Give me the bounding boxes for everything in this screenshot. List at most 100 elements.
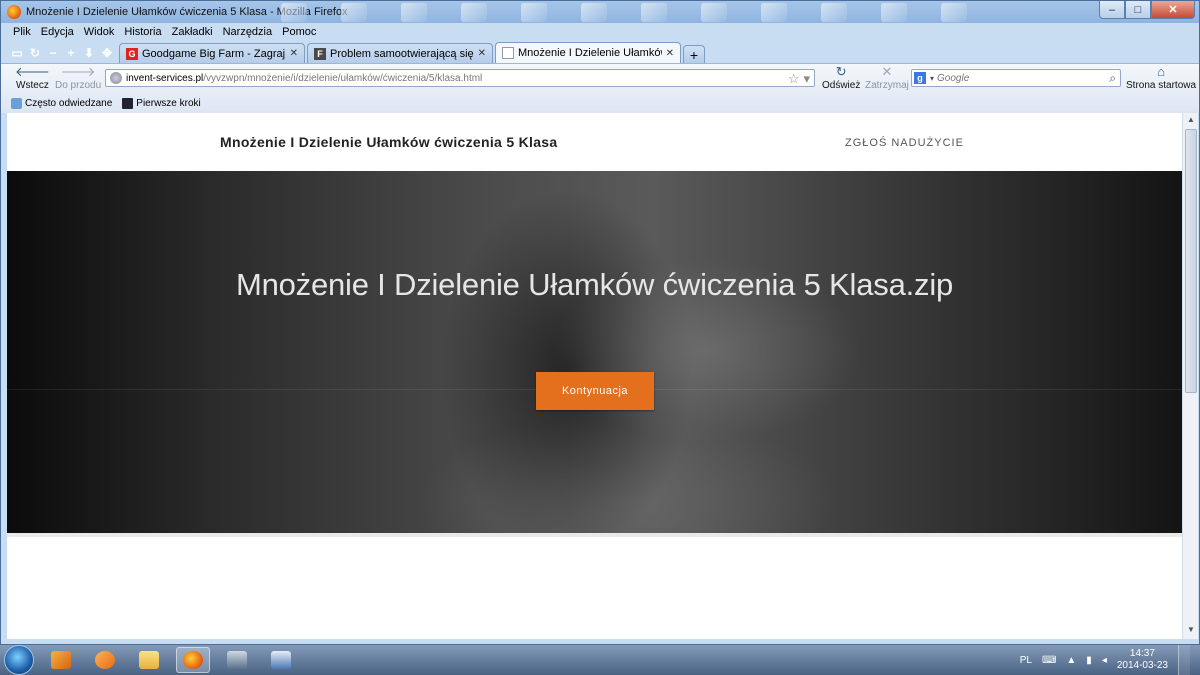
download-icon[interactable]: ⬇ (83, 46, 95, 60)
search-icon[interactable]: ⌕ (1109, 71, 1116, 86)
reload-label: Odśwież (822, 80, 861, 91)
bookmark-label: Pierwsze kroki (136, 98, 201, 110)
reload-icon: ↻ (835, 64, 847, 79)
forward-arrow-icon: 🡒 (60, 64, 96, 79)
site-header: Mnożenie I Dzielenie Ułamków ćwiczenia 5… (7, 113, 1182, 171)
navigation-toolbar: 🡐 Wstecz 🡒 Do przodu invent-services.pl … (1, 63, 1199, 95)
goodgame-favicon-icon: G (126, 47, 138, 60)
site-title[interactable]: Mnożenie I Dzielenie Ułamków ćwiczenia 5… (220, 134, 557, 150)
tab-close-icon[interactable]: ✕ (666, 48, 674, 59)
tab-label: Problem samootwierającą się www/s... (330, 47, 474, 60)
media-player-icon (95, 651, 115, 669)
minimize-button[interactable]: – (1099, 1, 1125, 19)
desktop-icons-behind (281, 3, 967, 22)
tray-arrow-icon[interactable]: ▲ (1066, 655, 1076, 666)
taskbar-firefox[interactable] (176, 647, 210, 673)
start-button[interactable] (4, 645, 34, 675)
tab-label: Goodgame Big Farm - Zagraj w darm... (142, 47, 286, 60)
home-label: Strona startowa (1126, 80, 1197, 91)
tab-close-icon[interactable]: ✕ (478, 48, 486, 59)
bookmark-folder-icon (11, 98, 22, 110)
bookmarks-bar: Często odwiedzane Pierwsze kroki (1, 95, 1199, 113)
stop-label: Zatrzymaj (865, 80, 909, 91)
forward-button[interactable]: 🡒 Do przodu (55, 64, 101, 91)
scroll-up-icon[interactable]: ▲ (1185, 115, 1197, 127)
menu-history[interactable]: Historia (120, 26, 165, 38)
tab-close-icon[interactable]: ✕ (290, 48, 298, 59)
terminal-icon (227, 651, 247, 669)
continue-button[interactable]: Kontynuacja (536, 372, 654, 410)
bookmark-star-icon[interactable]: ☆ (788, 71, 800, 87)
taskbar-folder[interactable] (132, 647, 166, 673)
bookmark-getting-started[interactable]: Pierwsze kroki (122, 98, 201, 110)
tab-goodgame[interactable]: G Goodgame Big Farm - Zagraj w darm... ✕ (119, 43, 305, 63)
menu-tools[interactable]: Narzędzia (219, 26, 277, 38)
forward-label: Do przodu (55, 80, 102, 91)
back-button[interactable]: 🡐 Wstecz (15, 64, 50, 91)
blank-page-favicon-icon (502, 47, 514, 59)
zoom-in-icon[interactable]: + (65, 46, 77, 60)
url-bar[interactable]: invent-services.pl /vyvzwpn/mnożenie/i/d… (105, 69, 815, 87)
bookmark-label: Często odwiedzane (25, 98, 113, 110)
taskbar: PL ⌨ ▲ ▮ ◂ 14:37 2014-03-23 (0, 645, 1200, 675)
taskbar-terminal[interactable] (220, 647, 254, 673)
clock-date: 2014-03-23 (1116, 660, 1168, 671)
keyboard-icon[interactable]: ⌨ (1042, 655, 1056, 666)
language-indicator[interactable]: PL (1020, 655, 1032, 666)
taskbar-media-player[interactable] (88, 647, 122, 673)
search-box[interactable]: g ▾ ⌕ (911, 69, 1121, 87)
home-icon: ⌂ (1157, 64, 1165, 79)
url-host: invent-services.pl (126, 72, 204, 84)
menu-help[interactable]: Pomoc (278, 26, 320, 38)
tab-label: Mnożenie I Dzielenie Ułamków ćwicz... (518, 47, 662, 59)
clock[interactable]: 14:37 2014-03-23 (1117, 648, 1168, 672)
hero-title: Mnożenie I Dzielenie Ułamków ćwiczenia 5… (235, 267, 954, 302)
taskbar-explorer[interactable] (44, 647, 78, 673)
mozilla-icon (122, 98, 134, 110)
reload-button[interactable]: ↻ Odśwież (822, 64, 860, 91)
close-button[interactable]: ✕ (1151, 1, 1195, 19)
report-abuse-link[interactable]: ZGŁOŚ NADUŻYCIE (845, 137, 964, 149)
globe-icon (110, 72, 122, 84)
system-tray: PL ⌨ ▲ ▮ ◂ 14:37 2014-03-23 (1020, 645, 1200, 675)
tab-strip: ▭ ↻ − + ⬇ ✥ G Goodgame Big Farm - Zagraj… (1, 41, 1199, 63)
hero-bottom-border (7, 533, 1182, 537)
maximize-button[interactable]: □ (1125, 1, 1151, 19)
reload-mini-icon[interactable]: ↻ (29, 46, 41, 60)
scroll-down-icon[interactable]: ▼ (1185, 625, 1197, 637)
scroll-thumb[interactable] (1185, 129, 1197, 393)
google-icon: g (914, 72, 926, 84)
back-label: Wstecz (16, 80, 49, 91)
back-arrow-icon: 🡐 (15, 64, 50, 79)
menu-file[interactable]: Plik (9, 26, 35, 38)
zoom-out-icon[interactable]: − (47, 46, 59, 60)
bookmark-most-visited[interactable]: Często odwiedzane (11, 98, 113, 110)
stop-button[interactable]: ✕ Zatrzymaj (865, 64, 909, 91)
search-engine-dropdown-icon[interactable]: ▾ (930, 74, 934, 83)
vertical-scrollbar[interactable]: ▲ ▼ (1182, 113, 1198, 639)
stop-icon: ✕ (881, 64, 893, 79)
tab-forum[interactable]: F Problem samootwierającą się www/s... ✕ (307, 43, 493, 63)
mini-toolbar: ▭ ↻ − + ⬇ ✥ (1, 46, 119, 63)
clock-time: 14:37 (1129, 648, 1155, 659)
forum-favicon-icon: F (314, 47, 326, 60)
tab-groups-icon[interactable]: ▭ (11, 46, 23, 60)
remote-desktop-icon (271, 651, 291, 669)
taskbar-remote-desktop[interactable] (264, 647, 298, 673)
volume-icon[interactable]: ◂ (1102, 655, 1107, 666)
show-desktop-button[interactable] (1178, 645, 1190, 675)
tab-current[interactable]: Mnożenie I Dzielenie Ułamków ćwicz... ✕ (495, 42, 681, 63)
firefox-icon (7, 5, 21, 19)
move-icon[interactable]: ✥ (101, 46, 113, 60)
home-button[interactable]: ⌂ Strona startowa (1126, 64, 1196, 91)
url-path: /vyvzwpn/mnożenie/i/dzielenie/ułamków/ćw… (203, 72, 483, 84)
menu-bookmarks[interactable]: Zakładki (168, 26, 217, 38)
url-dropdown-icon[interactable]: ▾ (803, 71, 810, 87)
menu-view[interactable]: Widok (80, 26, 119, 38)
search-input[interactable] (937, 72, 1098, 84)
new-tab-button[interactable]: + (683, 45, 705, 63)
explorer-icon (51, 651, 71, 669)
menu-edit[interactable]: Edycja (37, 26, 78, 38)
network-icon[interactable]: ▮ (1086, 655, 1092, 666)
title-bar: Mnożenie I Dzielenie Ułamków ćwiczenia 5… (1, 1, 1199, 23)
